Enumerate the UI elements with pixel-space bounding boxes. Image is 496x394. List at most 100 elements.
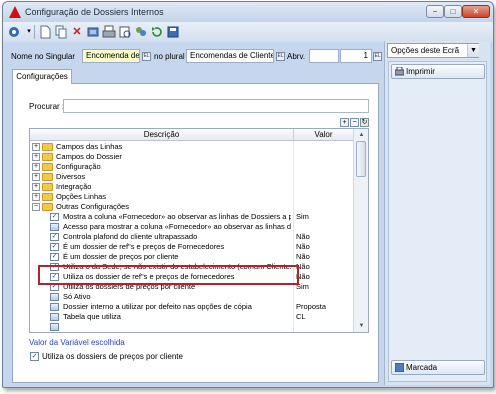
setting-row[interactable]: ✓ Mostra a coluna «Fornecedor» ao observa…	[30, 212, 353, 222]
scroll-up-icon[interactable]: ▲	[354, 129, 368, 141]
setting-value[interactable]: Proposta	[296, 302, 326, 312]
setting-description: Mostra a coluna «Fornecedor» ao observar…	[63, 212, 291, 221]
checkbox-icon[interactable]: ✓	[50, 283, 59, 291]
setting-value[interactable]: Não	[296, 262, 310, 272]
menu-icon[interactable]	[7, 25, 21, 39]
setting-row[interactable]	[30, 322, 353, 332]
tree-folder-row[interactable]: + Diversos	[30, 172, 353, 182]
folder-label: Campos das Linhas	[56, 142, 123, 151]
column-value[interactable]: Valor	[293, 129, 353, 141]
marked-button[interactable]: Marcada	[391, 360, 485, 375]
copy-icon[interactable]	[54, 25, 68, 39]
setting-value[interactable]: Sim	[296, 212, 309, 222]
setting-row[interactable]: ✓ É um dossier de ref"s e preços de Forne…	[30, 242, 353, 252]
checkbox-icon[interactable]: ✓	[50, 263, 59, 271]
maximize-button[interactable]: □	[444, 5, 462, 18]
setting-row[interactable]: ✓ É um dossier de preços por cliente Não	[30, 252, 353, 262]
setting-row[interactable]: Tabela que utiliza CL	[30, 312, 353, 322]
checkbox-icon[interactable]: ✓	[50, 243, 59, 251]
setting-description: É um dossier de preços por cliente	[63, 252, 179, 261]
search-label: Procurar :	[29, 102, 65, 111]
tree-folder-row[interactable]: + Integração	[30, 182, 353, 192]
setting-value[interactable]: Não	[296, 252, 310, 262]
tree-folder-row[interactable]: + Campos do Dossier	[30, 152, 353, 162]
close-button[interactable]: ✕	[462, 5, 490, 18]
setting-value[interactable]: CL	[296, 312, 306, 322]
setting-icon	[50, 223, 59, 231]
setting-description: Utiliza os dossier de ref"s e preços de …	[63, 272, 235, 281]
minimize-button[interactable]: −	[426, 5, 444, 18]
setting-description: Controla plafond do cliente ultrapassado	[63, 232, 198, 241]
setting-row[interactable]: ✓ Utiliza os dossiers de preços por clien…	[30, 282, 353, 292]
setting-row[interactable]: ✓ Utiliza o da Sede, se não existir do es…	[30, 262, 353, 272]
save-icon[interactable]	[166, 25, 180, 39]
expand-icon[interactable]: +	[32, 153, 40, 161]
setting-icon	[50, 313, 59, 321]
tree-folder-row[interactable]: + Configuração	[30, 162, 353, 172]
print-icon[interactable]	[102, 25, 116, 39]
setting-description: É um dossier de ref"s e preços de Fornec…	[63, 242, 225, 251]
column-description[interactable]: Descrição	[30, 129, 293, 141]
abrv-input[interactable]	[309, 49, 339, 63]
setting-description: Só Ativo	[63, 292, 91, 301]
setting-icon	[50, 293, 59, 301]
print-button[interactable]: Imprimir	[391, 64, 485, 79]
refresh-icon[interactable]	[150, 25, 164, 39]
setting-row[interactable]: Só Ativo	[30, 292, 353, 302]
setting-value[interactable]: Não	[296, 232, 310, 242]
number-input[interactable]: 1	[340, 49, 372, 63]
singular-name-input[interactable]: Encomenda de Cliente	[82, 49, 140, 63]
setting-row[interactable]: ✓ Controla plafond do cliente ultrapassad…	[30, 232, 353, 242]
tab-configuracoes[interactable]: Configurações	[12, 69, 72, 84]
search-input[interactable]	[63, 99, 369, 113]
refresh-tree-icon[interactable]: ↻	[360, 118, 369, 127]
folder-icon	[42, 153, 53, 161]
folder-icon	[42, 173, 53, 181]
selected-value-label: Utiliza os dossiers de preços por client…	[42, 352, 183, 361]
scroll-thumb[interactable]	[356, 141, 366, 177]
vertical-scrollbar[interactable]: ▲ ▼	[353, 129, 368, 332]
setting-description: Dossier interno a utilizar por defeito n…	[63, 302, 252, 311]
plural-lookup-icon[interactable]: EL	[276, 52, 285, 61]
expand-icon[interactable]: +	[32, 173, 40, 181]
setting-row[interactable]: Acesso para mostrar a coluna «Fornecedor…	[30, 222, 353, 232]
setting-row[interactable]: ✓ Utiliza os dossier de ref"s e preços de…	[30, 272, 353, 282]
cut-icon[interactable]	[86, 25, 100, 39]
setting-value[interactable]: Sim	[296, 282, 309, 292]
checkbox-icon[interactable]: ✓	[50, 233, 59, 241]
actions-panel: Imprimir Marcada	[388, 61, 487, 382]
setting-value[interactable]: Não	[296, 272, 310, 282]
checkbox-icon[interactable]: ✓	[50, 213, 59, 221]
scroll-down-icon[interactable]: ▼	[354, 320, 368, 332]
tree-folder-row[interactable]: + Opções Linhas	[30, 192, 353, 202]
screen-options-dropdown[interactable]: Opções deste Ecrã	[387, 43, 479, 58]
new-icon[interactable]	[38, 25, 52, 39]
collapse-all-icon[interactable]: −	[350, 118, 359, 127]
folder-icon	[42, 163, 53, 171]
expand-icon[interactable]: +	[32, 193, 40, 201]
setting-value[interactable]: Não	[296, 242, 310, 252]
chevron-down-icon[interactable]: ▼	[467, 44, 479, 57]
expand-all-icon[interactable]: +	[340, 118, 349, 127]
plural-name-input[interactable]: Encomendas de Clientes	[186, 49, 274, 63]
selected-value-checkbox[interactable]: ✓	[30, 352, 39, 361]
number-lookup-icon[interactable]: EL	[373, 52, 382, 61]
expand-icon[interactable]: +	[32, 143, 40, 151]
group-icon[interactable]	[134, 25, 148, 39]
expand-icon[interactable]: +	[32, 163, 40, 171]
expand-icon[interactable]: +	[32, 183, 40, 191]
setting-description: Utiliza os dossiers de preços por client…	[63, 282, 196, 291]
folder-label: Diversos	[56, 172, 86, 181]
print-button-label: Imprimir	[406, 67, 435, 76]
abrv-label: Abrv.	[287, 52, 306, 61]
delete-icon[interactable]: ✕	[70, 25, 84, 39]
setting-description: Utiliza o da Sede, se não existir do est…	[63, 262, 291, 271]
tree-folder-row[interactable]: − Outras Configurações	[30, 202, 353, 212]
print-preview-icon[interactable]	[118, 25, 132, 39]
checkbox-icon[interactable]: ✓	[50, 273, 59, 281]
singular-lookup-icon[interactable]: EL	[142, 52, 151, 61]
collapse-icon[interactable]: −	[32, 203, 40, 211]
tree-folder-row[interactable]: + Campos das Linhas	[30, 142, 353, 152]
checkbox-icon[interactable]: ✓	[50, 253, 59, 261]
setting-row[interactable]: Dossier interno a utilizar por defeito n…	[30, 302, 353, 312]
